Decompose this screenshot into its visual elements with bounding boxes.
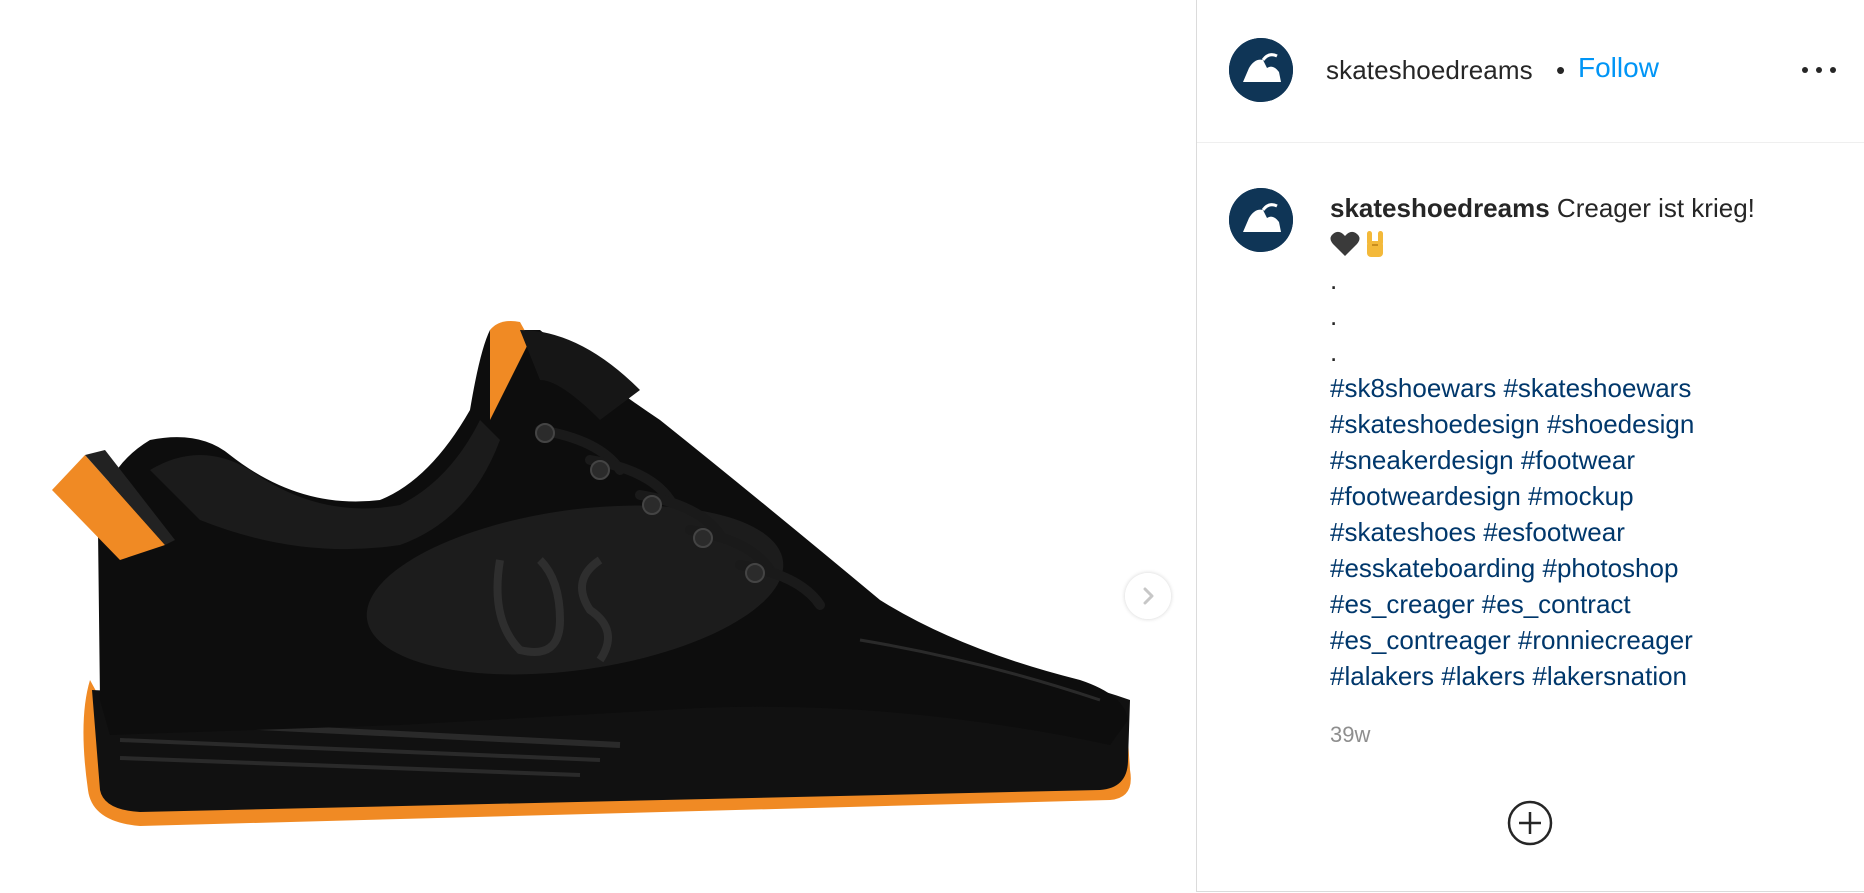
caption-avatar[interactable]: [1229, 188, 1293, 252]
add-circle-icon: [1507, 800, 1553, 846]
avatar[interactable]: [1229, 38, 1293, 102]
hashtag-link[interactable]: #ronniecreager: [1518, 625, 1693, 655]
add-comment-button[interactable]: [1506, 799, 1554, 847]
hashtag-link[interactable]: #sk8shoewars: [1330, 373, 1496, 403]
separator-dot: •: [1556, 55, 1566, 85]
hashtag-link[interactable]: #es_contreager: [1330, 625, 1511, 655]
hashtag-line: #skateshoes #esfootwear: [1330, 514, 1830, 550]
follow-button[interactable]: Follow: [1578, 52, 1659, 84]
post-timestamp[interactable]: 39w: [1330, 722, 1370, 748]
post-media[interactable]: [0, 0, 1196, 893]
avatar-logo-icon: [1229, 38, 1293, 102]
avatar-logo-icon: [1229, 188, 1293, 252]
hashtag-link[interactable]: #esfootwear: [1483, 517, 1625, 547]
hashtag-link[interactable]: #footweardesign: [1330, 481, 1521, 511]
chevron-right-icon: [1143, 587, 1154, 605]
caption-dot: .: [1330, 265, 1338, 295]
caption-dot: .: [1330, 337, 1338, 367]
hashtag-line: #skateshoedesign #shoedesign: [1330, 406, 1830, 442]
hashtag-line: #sk8shoewars #skateshoewars: [1330, 370, 1830, 406]
header-username[interactable]: skateshoedreams: [1326, 55, 1533, 86]
post-viewer: skateshoedreams • Follow skateshoedreams…: [0, 0, 1864, 893]
post-header: skateshoedreams • Follow: [1197, 0, 1864, 143]
hashtag-link[interactable]: #lalakers: [1330, 661, 1434, 691]
hashtag-line: #footweardesign #mockup: [1330, 478, 1830, 514]
shoe-image: [52, 321, 1131, 826]
more-dot: [1830, 67, 1836, 73]
caption-first-line: skateshoedreams Creager ist krieg!: [1330, 190, 1830, 226]
next-image-button[interactable]: [1125, 573, 1171, 619]
hashtag-line: #lalakers #lakers #lakersnation: [1330, 658, 1830, 694]
sign-of-the-horns-icon: [1367, 231, 1383, 257]
hashtag-link[interactable]: #photoshop: [1543, 553, 1679, 583]
post-caption: skateshoedreams Creager ist krieg! . . .…: [1330, 190, 1830, 694]
hashtag-link[interactable]: #mockup: [1528, 481, 1634, 511]
hashtag-link[interactable]: #skateshoedesign: [1330, 409, 1540, 439]
black-heart-icon: [1330, 231, 1360, 256]
hashtag-link[interactable]: #skateshoewars: [1503, 373, 1691, 403]
hashtag-line: #es_contreager #ronniecreager: [1330, 622, 1830, 658]
more-dot: [1816, 67, 1822, 73]
more-dot: [1802, 67, 1808, 73]
hashtag-line: #es_creager #es_contract: [1330, 586, 1830, 622]
hashtag-link[interactable]: #lakers: [1441, 661, 1525, 691]
hashtag-link[interactable]: #es_contract: [1482, 589, 1631, 619]
caption-text: Creager ist krieg!: [1556, 193, 1755, 223]
hashtag-link[interactable]: #lakersnation: [1532, 661, 1687, 691]
hashtag-line: #esskateboarding #photoshop: [1330, 550, 1830, 586]
post-sidebar: skateshoedreams • Follow skateshoedreams…: [1196, 0, 1864, 892]
hashtag-link[interactable]: #skateshoes: [1330, 517, 1476, 547]
hashtag-list: #sk8shoewars #skateshoewars #skateshoedes…: [1330, 370, 1830, 694]
caption-username[interactable]: skateshoedreams: [1330, 193, 1550, 223]
hashtag-link[interactable]: #esskateboarding: [1330, 553, 1535, 583]
hashtag-link[interactable]: #es_creager: [1330, 589, 1475, 619]
more-options-icon[interactable]: [1802, 56, 1836, 84]
hashtag-link[interactable]: #footwear: [1521, 445, 1635, 475]
hashtag-link[interactable]: #sneakerdesign: [1330, 445, 1514, 475]
caption-dot: .: [1330, 301, 1338, 331]
hashtag-line: #sneakerdesign #footwear: [1330, 442, 1830, 478]
caption-emojis: [1330, 226, 1830, 262]
hashtag-link[interactable]: #shoedesign: [1547, 409, 1694, 439]
